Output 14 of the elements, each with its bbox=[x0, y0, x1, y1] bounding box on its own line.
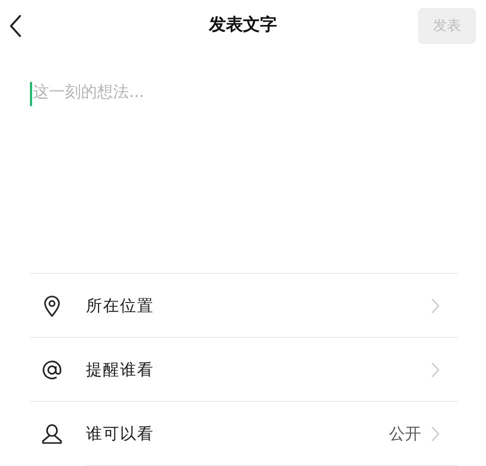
chevron-right-icon bbox=[431, 298, 440, 314]
option-label: 谁可以看 bbox=[86, 422, 155, 444]
back-icon[interactable] bbox=[8, 14, 22, 38]
option-row[interactable]: 提醒谁看 bbox=[30, 337, 458, 401]
chevron-right-icon bbox=[431, 426, 440, 442]
at-sign-icon bbox=[40, 358, 64, 382]
option-label: 所在位置 bbox=[86, 294, 155, 316]
page-title: 发表文字 bbox=[209, 14, 277, 38]
person-icon bbox=[40, 422, 64, 446]
chevron-right-icon bbox=[431, 362, 440, 378]
option-value: 公开 bbox=[389, 422, 421, 444]
option-label: 提醒谁看 bbox=[86, 358, 155, 380]
option-row[interactable]: 谁可以看 公开 bbox=[30, 401, 458, 465]
option-row[interactable]: 所在位置 bbox=[30, 273, 458, 337]
